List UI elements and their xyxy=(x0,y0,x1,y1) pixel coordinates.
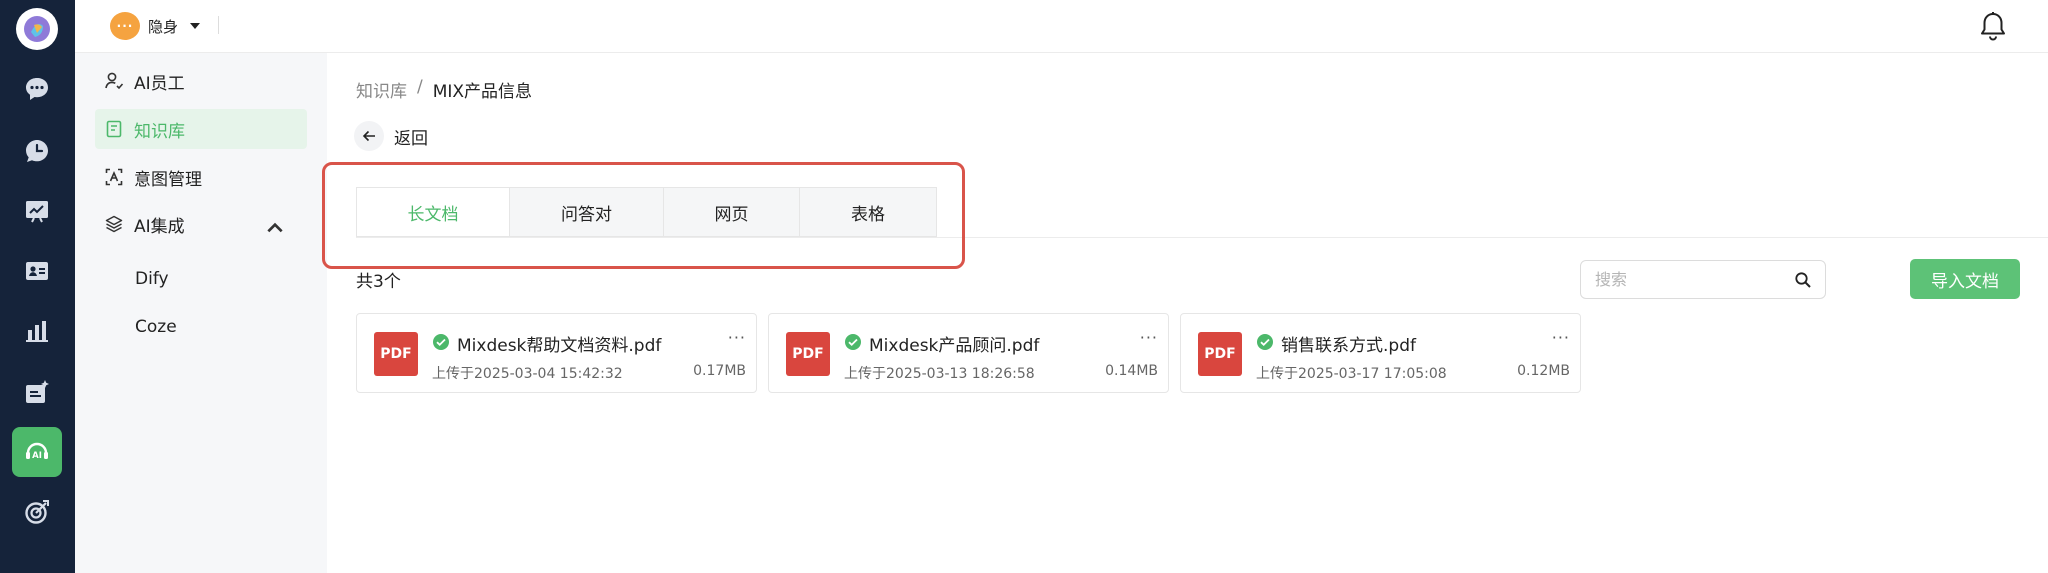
presentation-icon xyxy=(26,201,48,223)
status-chat-icon: ··· xyxy=(110,12,140,40)
sidebar-subitem-coze[interactable]: Coze xyxy=(135,317,177,337)
sidebar-item-ai-employee[interactable]: AI员工 xyxy=(95,61,307,101)
layers-icon xyxy=(105,215,123,233)
main-content: 知识库 / MIX产品信息 返回 长文档 问答对 网页 表格 共3个 导入文档 … xyxy=(322,53,2048,573)
analytics-icon xyxy=(26,321,48,342)
more-options-icon[interactable]: ··· xyxy=(1140,328,1158,347)
pdf-file-icon: PDF xyxy=(374,332,418,376)
import-document-button[interactable]: 导入文档 xyxy=(1910,259,2020,299)
sidebar-item-label: 意图管理 xyxy=(134,169,202,190)
bell-icon[interactable] xyxy=(1978,10,2008,42)
rail-ai-agent[interactable]: AI xyxy=(12,427,62,477)
user-icon xyxy=(105,72,124,90)
file-card[interactable]: PDF Mixdesk帮助文档资料.pdf ··· 上传于2025-03-04 … xyxy=(356,313,757,393)
top-bar: ··· 隐身 xyxy=(75,0,2048,53)
caret-down-icon xyxy=(190,23,201,29)
file-count: 共3个 xyxy=(356,272,401,292)
sidebar-item-label: AI员工 xyxy=(134,73,185,94)
file-size: 0.12MB xyxy=(1517,363,1570,379)
file-name: Mixdesk帮助文档资料.pdf xyxy=(457,336,662,356)
file-upload-time: 上传于2025-03-17 17:05:08 xyxy=(1256,366,1447,382)
rail-chat[interactable] xyxy=(12,64,62,114)
contact-card-icon xyxy=(26,262,48,280)
chevron-up-icon[interactable] xyxy=(265,218,285,238)
breadcrumb-separator: / xyxy=(417,77,423,97)
book-icon xyxy=(106,120,122,138)
file-card[interactable]: PDF 销售联系方式.pdf ··· 上传于2025-03-17 17:05:0… xyxy=(1180,313,1581,393)
logo-icon xyxy=(24,16,50,42)
rail-contacts[interactable] xyxy=(12,246,62,296)
rail-presentation[interactable] xyxy=(12,186,62,236)
sidebar-item-ai-integration[interactable]: AI集成 xyxy=(95,204,307,244)
tabs-highlight-box xyxy=(322,162,965,269)
check-circle-icon xyxy=(845,334,861,350)
sidebar-item-knowledge-base[interactable]: 知识库 xyxy=(95,109,307,149)
file-card-list: PDF Mixdesk帮助文档资料.pdf ··· 上传于2025-03-04 … xyxy=(356,313,1581,393)
rail-ai-app[interactable] xyxy=(12,367,62,417)
file-name: 销售联系方式.pdf xyxy=(1281,336,1416,356)
chat-icon xyxy=(26,78,48,100)
breadcrumb-current: MIX产品信息 xyxy=(432,82,533,102)
sidebar-item-label: AI集成 xyxy=(134,216,185,237)
rail-analytics[interactable] xyxy=(12,306,62,356)
rail-target[interactable] xyxy=(12,487,62,537)
file-card[interactable]: PDF Mixdesk产品顾问.pdf ··· 上传于2025-03-13 18… xyxy=(768,313,1169,393)
pdf-file-icon: PDF xyxy=(786,332,830,376)
file-name: Mixdesk产品顾问.pdf xyxy=(869,336,1040,356)
file-upload-time: 上传于2025-03-04 15:42:32 xyxy=(432,366,623,382)
check-circle-icon xyxy=(433,334,449,350)
top-divider xyxy=(218,16,219,34)
status-label: 隐身 xyxy=(148,17,179,36)
search-input[interactable] xyxy=(1580,260,1826,299)
more-options-icon[interactable]: ··· xyxy=(1552,328,1570,347)
agent-status-selector[interactable]: ··· 隐身 xyxy=(110,10,201,42)
back-label: 返回 xyxy=(394,128,428,149)
rail-history[interactable] xyxy=(12,126,62,176)
target-icon xyxy=(25,500,49,524)
breadcrumb: 知识库 / MIX产品信息 xyxy=(356,77,532,102)
app-logo[interactable] xyxy=(16,8,58,50)
ai-app-icon xyxy=(26,380,49,403)
file-upload-time: 上传于2025-03-13 18:26:58 xyxy=(844,366,1035,382)
app-rail: AI xyxy=(0,0,75,573)
status-icon-dots: ··· xyxy=(116,19,134,33)
ai-headset-icon: AI xyxy=(26,442,48,461)
sidebar-item-intent-management[interactable]: 意图管理 xyxy=(95,157,307,197)
file-size: 0.14MB xyxy=(1105,363,1158,379)
back-arrow-icon xyxy=(354,121,384,151)
svg-text:AI: AI xyxy=(32,451,42,461)
more-options-icon[interactable]: ··· xyxy=(728,328,746,347)
knowledge-sidebar: AI员工 知识库 意图管理 AI集成 Dify Coze xyxy=(75,53,327,573)
sidebar-item-label: 知识库 xyxy=(134,121,185,142)
breadcrumb-root[interactable]: 知识库 xyxy=(356,77,407,102)
back-button[interactable]: 返回 xyxy=(354,121,428,151)
pdf-file-icon: PDF xyxy=(1198,332,1242,376)
sidebar-subitem-dify[interactable]: Dify xyxy=(135,269,169,289)
file-size: 0.17MB xyxy=(693,363,746,379)
check-circle-icon xyxy=(1257,334,1273,350)
intent-icon xyxy=(105,168,123,186)
history-icon xyxy=(26,140,48,162)
search-icon[interactable] xyxy=(1794,271,1812,289)
